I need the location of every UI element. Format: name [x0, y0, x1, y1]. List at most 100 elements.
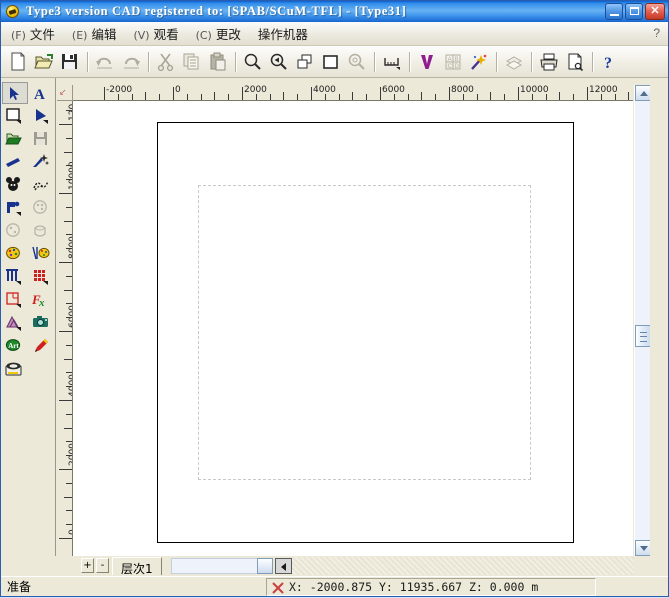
add-layer-button[interactable]: +	[81, 558, 94, 573]
layer-tab-1[interactable]: 层次1	[112, 557, 162, 576]
sparkle-effect-tool[interactable]	[29, 151, 55, 173]
vertical-scrollbar[interactable]	[634, 85, 651, 556]
drawing-canvas[interactable]	[73, 101, 633, 556]
frame-tool[interactable]	[2, 289, 28, 311]
vertical-ruler[interactable]: 0200040006000800010000120	[57, 101, 73, 556]
ruler-major-tick	[59, 262, 72, 263]
save-shape-tool[interactable]	[29, 128, 55, 150]
close-button[interactable]: ✕	[645, 3, 665, 20]
coordinate-text: X: -2000.875 Y: 11935.667 Z: 0.000 m	[289, 580, 539, 594]
select-arrow-tool[interactable]	[2, 82, 28, 104]
scroll-up-button[interactable]	[635, 85, 651, 101]
ruler-minor-tick	[66, 510, 72, 512]
ruler-minor-tick	[66, 455, 72, 457]
scroll-down-button[interactable]	[635, 540, 651, 556]
scanner-tool[interactable]	[2, 358, 28, 380]
zoom-window-icon[interactable]	[293, 50, 317, 74]
zoom-page-icon[interactable]	[319, 50, 343, 74]
grid-matrix-tool[interactable]	[29, 266, 55, 288]
dice-tool[interactable]	[29, 197, 55, 219]
ruler-label: 10000	[520, 85, 549, 95]
mouse-shape-tool[interactable]	[2, 174, 28, 196]
ruler-major-tick	[449, 87, 450, 100]
menu-mnemonic-view: (V)	[133, 29, 150, 42]
maximize-button[interactable]	[625, 3, 643, 20]
line-tool[interactable]	[2, 151, 28, 173]
ruler-minor-tick	[66, 413, 72, 415]
zoom-selection-icon[interactable]	[345, 50, 369, 74]
new-file-icon[interactable]	[6, 50, 30, 74]
palette-row	[1, 128, 55, 151]
layers-stack-icon[interactable]	[502, 50, 526, 74]
zoom-magnifier-icon[interactable]	[241, 50, 265, 74]
comb-array-tool[interactable]	[2, 266, 28, 288]
sketch-tool[interactable]	[29, 174, 55, 196]
horizontal-scroll-thumb[interactable]	[257, 558, 273, 574]
right-filler-strip	[650, 85, 667, 574]
palette-row: A	[1, 82, 55, 105]
open-shape-tool[interactable]	[2, 128, 28, 150]
horizontal-scroll-trough[interactable]	[171, 558, 261, 574]
open-folder-icon[interactable]	[32, 50, 56, 74]
measure-ruler-icon[interactable]	[380, 50, 404, 74]
ruler-minor-tick	[476, 94, 478, 100]
ruler-origin-icon: ↙	[59, 87, 67, 97]
rectangle-tool[interactable]	[2, 105, 28, 127]
relief-tool[interactable]	[2, 312, 28, 334]
remove-layer-button[interactable]: -	[96, 558, 109, 573]
ruler-major-tick	[173, 87, 174, 100]
dice2-tool[interactable]	[2, 220, 28, 242]
menu-item-machine[interactable]: 操作机器	[251, 21, 315, 46]
svg-text:D: D	[455, 64, 460, 70]
palette-color-tool[interactable]	[2, 243, 28, 265]
art-ball-tool[interactable]: Art	[2, 335, 28, 357]
extrude-tool[interactable]	[29, 220, 55, 242]
pencil-tool[interactable]	[29, 335, 55, 357]
ruler-minor-tick	[66, 234, 72, 236]
paste-clipboard-icon[interactable]	[206, 50, 230, 74]
ruler-corner[interactable]: ↙	[57, 85, 73, 101]
print-preview-icon[interactable]	[563, 50, 587, 74]
menu-item-file[interactable]: (F) 文件	[4, 21, 62, 46]
copy-icon[interactable]	[180, 50, 204, 74]
abcd-grid-icon[interactable]: ABCD	[441, 50, 465, 74]
palette-row	[1, 174, 55, 197]
minimize-button[interactable]	[605, 3, 623, 20]
double-palette-tool[interactable]	[29, 243, 55, 265]
undo-icon[interactable]	[93, 50, 117, 74]
menu-item-modify[interactable]: (C) 更改	[189, 21, 248, 46]
status-bar: 准备 X: -2000.875 Y: 11935.667 Z: 0.000 m	[1, 576, 668, 596]
fx-effects-tool[interactable]: Fx	[29, 289, 55, 311]
menu-item-view[interactable]: (V) 观看	[126, 21, 185, 46]
save-disk-icon[interactable]	[58, 50, 82, 74]
print-icon[interactable]	[537, 50, 561, 74]
ruler-minor-tick	[159, 94, 161, 100]
redo-icon[interactable]	[119, 50, 143, 74]
magic-wand-icon[interactable]	[467, 50, 491, 74]
svg-text:A: A	[34, 87, 45, 101]
toolbar-separator	[148, 51, 149, 72]
scroll-thumb[interactable]	[635, 325, 651, 347]
menu-label-modify: 更改	[215, 27, 241, 42]
zoom-in-icon[interactable]	[267, 50, 291, 74]
scroll-left-button[interactable]	[275, 558, 292, 574]
ruler-major-tick	[59, 193, 72, 194]
menu-help-icon[interactable]: ?	[653, 26, 660, 40]
ruler-minor-tick	[66, 524, 72, 526]
menu-item-edit[interactable]: (E) 编辑	[65, 21, 124, 46]
text-tool[interactable]: A	[29, 82, 55, 104]
ruler-major-tick	[59, 469, 72, 470]
svg-text:C: C	[448, 64, 453, 70]
node-edit-tool[interactable]	[29, 105, 55, 127]
engrave-drill-tool[interactable]	[2, 197, 28, 219]
horizontal-ruler[interactable]: -200002000400060008000100001200014000	[73, 85, 633, 101]
ruler-minor-tick	[66, 137, 72, 139]
camera-tool[interactable]	[29, 312, 55, 334]
vector-v-icon[interactable]	[415, 50, 439, 74]
palette-row: Fx	[1, 289, 55, 312]
ruler-minor-tick	[297, 94, 299, 100]
ruler-minor-tick	[393, 94, 395, 100]
cut-scissors-icon[interactable]	[154, 50, 178, 74]
ruler-minor-tick	[352, 92, 354, 100]
help-question-icon[interactable]: ?	[598, 50, 622, 74]
